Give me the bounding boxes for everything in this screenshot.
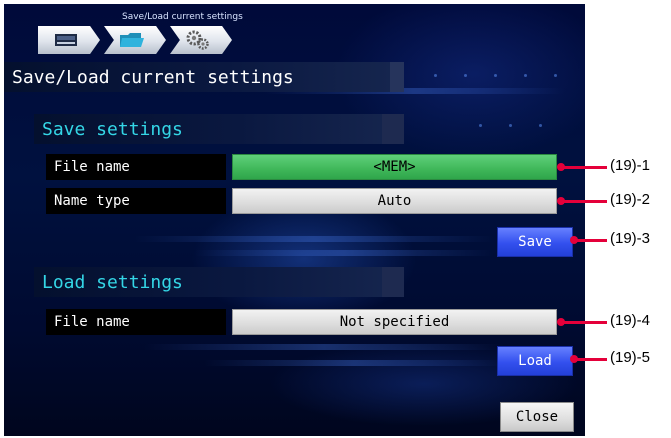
bg-dot <box>464 74 467 77</box>
gears-icon <box>186 30 209 50</box>
bg-dot <box>539 124 542 127</box>
callout-19-3: (19)-3 <box>610 230 651 247</box>
folder-icon <box>120 33 144 47</box>
device-screen: Save/Load current settings Save/Load cur… <box>4 4 585 436</box>
tab-settings[interactable] <box>170 26 232 54</box>
breadcrumb: Save/Load current settings <box>122 12 243 22</box>
name-type-label: Name type <box>46 188 226 214</box>
save-file-name-label: File name <box>46 154 226 180</box>
name-type-field[interactable]: Auto <box>232 188 557 214</box>
callout-19-4: (19)-4 <box>610 312 651 329</box>
callout-line <box>574 358 607 361</box>
memory-card-icon <box>55 34 77 46</box>
bg-dot <box>494 74 497 77</box>
save-settings-heading: Save settings <box>34 114 404 144</box>
bg-dot <box>479 124 482 127</box>
callout-line <box>561 166 607 169</box>
bg-dot <box>524 74 527 77</box>
save-button[interactable]: Save <box>497 227 573 257</box>
bg-dot <box>434 74 437 77</box>
load-file-name-field[interactable]: Not specified <box>232 309 557 335</box>
page-title: Save/Load current settings <box>4 62 404 92</box>
bg-streak <box>134 236 494 242</box>
close-button[interactable]: Close <box>500 402 574 432</box>
bg-streak <box>144 344 504 350</box>
bg-streak <box>204 360 504 366</box>
callout-19-1: (19)-1 <box>610 157 651 174</box>
bg-dot <box>509 124 512 127</box>
callout-19-5: (19)-5 <box>610 349 651 366</box>
bg-dot <box>554 74 557 77</box>
callout-19-2: (19)-2 <box>610 191 651 208</box>
tab-memory[interactable] <box>38 26 100 54</box>
load-settings-heading: Load settings <box>34 267 404 297</box>
tab-folder[interactable] <box>104 26 166 54</box>
load-file-name-label: File name <box>46 309 226 335</box>
save-file-name-field[interactable]: <MEM> <box>232 154 557 180</box>
callout-line <box>561 321 607 324</box>
callout-line <box>561 200 607 203</box>
load-button[interactable]: Load <box>497 346 573 376</box>
bg-streak <box>194 250 494 256</box>
callout-line <box>574 239 607 242</box>
